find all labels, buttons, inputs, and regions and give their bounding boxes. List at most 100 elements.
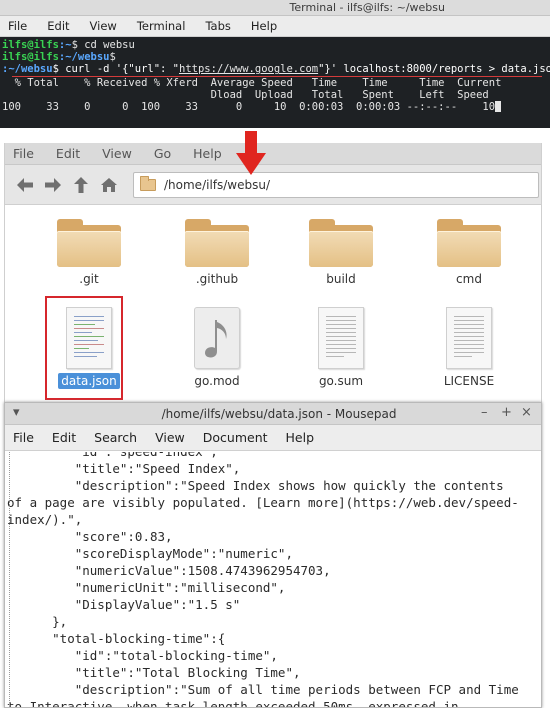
editor-line: "id":"speed-index", [7,452,541,460]
fold-guide [9,452,10,707]
editor-line: "description":"Speed Index shows how qui… [7,478,504,493]
mp-menu-document[interactable]: Document [201,430,270,445]
mp-menu-view[interactable]: View [153,430,187,445]
minimize-icon[interactable]: – [481,405,488,420]
terminal-output[interactable]: ilfs@ilfs:~$ cd websu ilfs@ilfs:~/websu$… [0,37,550,128]
terminal-line: 100 33 0 0 100 33 0 10 0:00:03 0:00:03 -… [2,101,550,113]
highlight-box [45,296,123,400]
arrow-up-icon [74,176,88,193]
mp-menu-file[interactable]: File [11,430,36,445]
editor-line: "title":"Speed Index", [7,461,241,476]
editor-line: "scoreDisplayMode":"numeric", [7,546,293,561]
file-name: go.sum [318,374,364,388]
back-button[interactable] [11,171,39,199]
prompt-user: ilfs@ilfs [2,51,59,64]
mousepad-window: ▾ /home/ilfs/websu/data.json - Mousepad … [4,402,542,708]
editor-line: }, [7,614,68,629]
terminal-window: Terminal - ilfs@ilfs: ~/websu File Edit … [0,0,550,128]
file-name: .github [195,272,239,286]
location-path: /home/ilfs/websu/ [164,177,271,192]
mp-menu-help[interactable]: Help [284,430,317,445]
mp-menu-edit[interactable]: Edit [50,430,78,445]
file-item[interactable]: .git [41,219,137,287]
terminal-menu-edit[interactable]: Edit [45,19,69,33]
terminal-titlebar[interactable]: Terminal - ilfs@ilfs: ~/websu [0,0,550,16]
up-button[interactable] [67,171,95,199]
terminal-menu-terminal[interactable]: Terminal [135,19,186,33]
arrow-down-icon [236,131,266,175]
file-manager-toolbar: /home/ilfs/websu/ [5,165,541,205]
mousepad-title: /home/ilfs/websu/data.json - Mousepad [161,407,397,421]
terminal-title: Terminal - ilfs@ilfs: ~/websu [289,1,445,14]
arrow-right-icon [45,177,61,192]
prompt-path: :~ [58,39,72,51]
command-text: $ [109,51,116,64]
terminal-menubar: File Edit View Terminal Tabs Help [0,16,550,37]
text-file-icon [446,307,492,369]
fm-menu-view[interactable]: View [102,146,132,161]
file-name: build [326,272,356,286]
terminal-menu-file[interactable]: File [6,19,27,33]
arrow-left-icon [17,177,33,192]
separator-gap [0,128,550,143]
editor-line: to Interactive, when task length exceede… [7,699,459,707]
mousepad-menubar: File Edit Search View Document Help [5,425,541,451]
home-button[interactable] [95,171,123,199]
command-text: "}' localhost:8000/reports > data.json [318,63,550,76]
file-item[interactable]: build [293,219,389,287]
fm-menu-edit[interactable]: Edit [56,146,80,161]
editor-line: "total-blocking-time":{ [7,631,226,646]
folder-icon [57,219,121,267]
folder-icon [309,219,373,267]
editor-line: "score":0.83, [7,529,173,544]
folder-icon [185,219,249,267]
terminal-line: % Total % Received % Xferd Average Speed… [2,76,502,89]
terminal-line: :~/websu$ curl -d '{"url": "https://www.… [2,63,550,75]
editor-line: index/).", [7,512,83,527]
terminal-menu-tabs[interactable]: Tabs [203,19,230,33]
terminal-line: ilfs@ilfs:~$ cd websu [2,39,550,51]
location-bar[interactable]: /home/ilfs/websu/ [133,171,539,198]
fm-menu-file[interactable]: File [13,146,34,161]
file-item[interactable]: go.sum [293,307,389,389]
fm-menu-help[interactable]: Help [193,146,222,161]
maximize-icon[interactable]: + [501,405,512,420]
editor-line: of a page are visibly populated. [Learn … [7,495,519,510]
fm-menu-go[interactable]: Go [154,146,171,161]
editor-line: "numericValue":1508.4743962954703, [7,563,331,578]
file-item[interactable]: cmd [421,219,517,287]
forward-button[interactable] [39,171,67,199]
prompt-user: ilfs@ilfs [2,39,59,51]
editor-line: "title":"Total Blocking Time", [7,665,301,680]
file-name: cmd [456,272,482,286]
close-icon[interactable]: × [521,405,532,420]
editor-text-area[interactable]: "id":"speed-index", "title":"Speed Index… [5,452,541,707]
terminal-menu-help[interactable]: Help [249,19,277,33]
mp-menu-search[interactable]: Search [92,430,139,445]
folder-icon [140,175,156,191]
file-item[interactable]: go.mod [169,307,265,389]
mousepad-titlebar[interactable]: ▾ /home/ilfs/websu/data.json - Mousepad … [5,403,541,425]
editor-line: "numericUnit":"millisecond", [7,580,286,595]
file-item[interactable]: .github [169,219,265,287]
prompt-path: :~/websu [2,63,53,76]
editor-line: "DisplayValue":"1.5 s" [7,597,241,612]
file-item[interactable]: LICENSE [421,307,517,389]
file-manager-menubar: File Edit View Go Help [5,143,541,165]
command-text: $ curl -d '{"url": " [52,63,180,76]
home-icon [101,177,117,192]
command-url: https://www.google.com [179,63,319,76]
terminal-cursor [495,101,502,113]
command-text: $ cd websu [71,39,135,51]
terminal-menu-view[interactable]: View [88,19,117,33]
terminal-line: ilfs@ilfs:~/websu$ [2,51,550,63]
file-name: go.mod [194,374,240,388]
terminal-line: Dload Upload Total Spent Left Speed [2,88,489,101]
folder-icon [437,219,501,267]
file-name: LICENSE [443,374,495,388]
music-note-icon [194,307,240,369]
text-file-icon [318,307,364,369]
prompt-path: :~/websu [58,51,110,64]
file-name: .git [79,272,99,286]
progress-line-text: 100 33 0 0 100 33 0 10 0:00:03 0:00:03 -… [2,101,496,114]
